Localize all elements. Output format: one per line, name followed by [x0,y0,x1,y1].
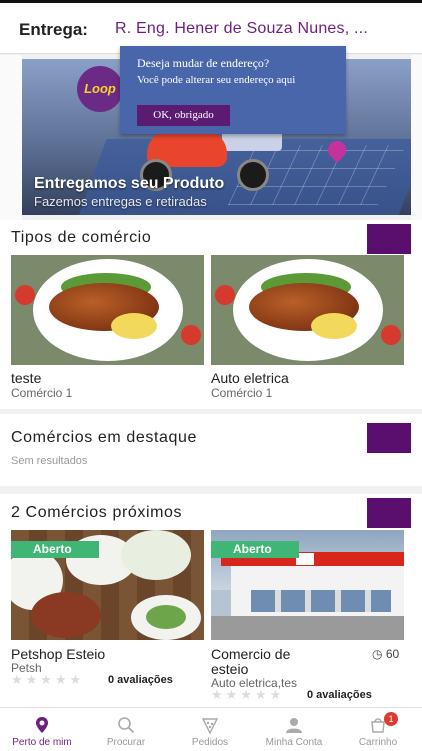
business-type-name[interactable]: Auto eletrica [211,370,289,386]
lemon-image [311,313,357,339]
tooltip-hint: Você pode alterar seu endereço aqui [137,74,296,86]
cart-count-badge: 1 [384,712,398,726]
see-more-button[interactable] [367,498,411,528]
shop-image[interactable]: Aberto [11,530,204,640]
rating-stars: ★★★★★ [11,672,85,687]
empty-results: Sem resultados [11,455,88,467]
nav-procurar[interactable]: Procurar [84,708,168,751]
loop-logo: Loop [77,66,123,112]
shop-image[interactable]: Aberto [211,530,404,640]
tooltip-question: Deseja mudar de endereço? [137,56,270,70]
user-icon [286,718,302,733]
nav-label: Procurar [106,737,146,748]
business-type-image[interactable] [211,255,404,365]
review-count: 0 avaliações [108,674,173,686]
featured-section: Comércios em destaque Sem resultados [0,414,422,486]
business-type-sub: Comércio 1 [211,386,273,400]
change-address-tooltip: Deseja mudar de endereço? Você pode alte… [120,46,346,134]
business-type-sub: Comércio 1 [11,386,73,400]
search-icon [118,717,135,734]
lemon-image [111,313,157,339]
delivery-address[interactable]: R. Eng. Hener de Souza Nunes, ... [115,20,415,38]
clock-icon: ◷ [372,647,383,661]
see-more-button[interactable] [367,224,411,254]
tomato-image [15,285,35,305]
nav-perto-de-mim[interactable]: Perto de mim [0,708,84,751]
delivery-time: ◷ 60 [372,647,399,661]
parking-lot [211,616,404,640]
tomato-image [181,325,201,345]
nav-pedidos[interactable]: Pedidos [168,708,252,751]
motorcycle-wheel [237,159,269,191]
hero-right-margin [411,55,422,220]
shop-name[interactable]: Comercio de [211,646,290,662]
bottom-navigation: Perto de mim Procurar Pedidos Minha Cont… [0,707,422,751]
business-type-name[interactable]: teste [11,370,41,386]
tomato-image [215,285,235,305]
section-title: 2 Comércios próximos [11,504,183,521]
shop-name[interactable]: Petshop Esteio [11,646,105,662]
location-pin-icon [36,717,48,733]
business-type-image[interactable] [11,255,204,365]
tomato-image [381,325,401,345]
plate-image [121,530,191,580]
shop-name-line2[interactable]: esteio [211,661,248,677]
hero-title: Entregamos seu Produto [34,175,225,192]
ok-button[interactable]: OK, obrigado [137,105,230,126]
dish-image [31,592,101,638]
nav-label: Perto de mim [12,737,72,748]
hero-subtitle: Fazemos entregas e retiradas [34,194,207,209]
section-title: Tipos de comércio [11,229,152,246]
review-count: 0 avaliações [307,689,372,701]
rating-stars: ★★★★★ [211,687,285,702]
delivery-label: Entrega: [19,20,88,39]
store-windows [251,590,391,612]
nav-label: Pedidos [191,737,229,748]
nav-minha-conta[interactable]: Minha Conta [252,708,336,751]
nav-label: Minha Conta [265,737,323,748]
hero-left-margin [0,55,22,220]
delivery-time-value: 60 [385,647,400,661]
section-title: Comércios em destaque [11,429,198,446]
see-more-button[interactable] [367,423,411,453]
business-types-section: Tipos de comércio teste Comércio 1 Auto … [0,220,422,409]
salad-image [146,605,186,629]
open-badge: Aberto [11,541,99,558]
nav-carrinho[interactable]: 1 Carrinho [336,708,420,751]
nearby-section: 2 Comércios próximos Aberto Petshop Este… [0,494,422,707]
nav-label: Carrinho [358,737,398,748]
open-badge: Aberto [211,541,299,558]
pizza-icon [201,718,219,734]
